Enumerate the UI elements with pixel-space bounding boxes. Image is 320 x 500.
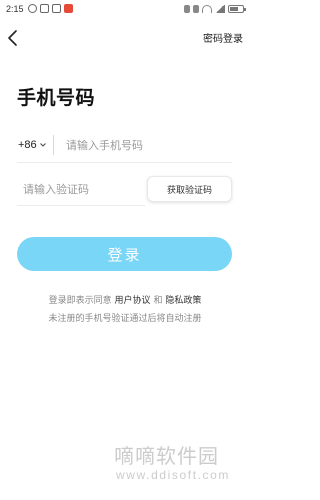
signal-icon [215, 5, 225, 13]
app-icon [40, 4, 49, 13]
system-icons [184, 5, 246, 13]
password-login-link[interactable]: 密码登录 [203, 30, 243, 45]
country-code-selector[interactable]: +86 [18, 139, 47, 151]
battery-icon [228, 5, 246, 13]
agreement-text: 登录即表示同意 用户协议 和 隐私政策 [0, 293, 250, 306]
app-icon [64, 4, 73, 13]
status-bar: 2:15 [0, 0, 250, 20]
login-button[interactable]: 登录 [17, 237, 232, 271]
battery-level [230, 7, 239, 11]
phone-underline [17, 162, 232, 163]
bluetooth-icon [184, 5, 190, 13]
code-underline [17, 205, 145, 206]
app-icon [52, 4, 61, 13]
alarm-icon [28, 4, 37, 13]
mute-icon [193, 5, 199, 13]
chevron-down-icon [39, 143, 46, 147]
get-code-button[interactable]: 获取验证码 [147, 176, 232, 202]
notification-icons [28, 4, 73, 13]
verification-code-input[interactable] [17, 176, 145, 202]
user-agreement-link[interactable]: 用户协议 [115, 296, 151, 306]
watermark-name: 嘀嘀软件园 [114, 444, 219, 468]
auto-register-note: 未注册的手机号验证通过后将自动注册 [48, 314, 202, 324]
page-title: 手机号码 [17, 87, 96, 109]
agreement-and: 和 [153, 296, 163, 306]
back-icon[interactable] [6, 28, 22, 48]
agreement-prefix: 登录即表示同意 [48, 296, 112, 306]
wifi-icon [202, 5, 212, 13]
phone-input[interactable] [62, 132, 230, 158]
watermark-url: www.ddisoft.com [116, 468, 231, 482]
status-time: 2:15 [6, 4, 24, 14]
country-code-label: +86 [18, 139, 37, 151]
privacy-policy-link[interactable]: 隐私政策 [165, 296, 201, 306]
divider [53, 135, 54, 155]
